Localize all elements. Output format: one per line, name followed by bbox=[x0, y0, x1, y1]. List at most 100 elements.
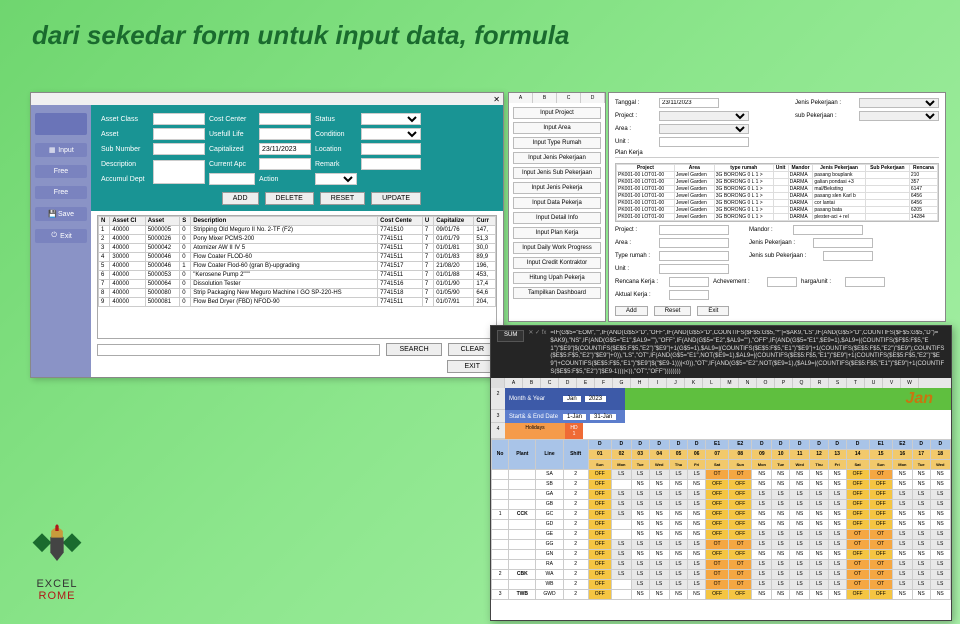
plan-row[interactable]: PK001-00 LOT01-00Jewel Garden3G BORONG 0… bbox=[617, 193, 938, 200]
rt-reset-button[interactable]: Reset bbox=[654, 306, 692, 316]
grid-row[interactable]: 34000050000420Atomizer AW II IV 57741511… bbox=[99, 244, 496, 253]
jenis-sub-input[interactable] bbox=[823, 251, 873, 261]
add-button[interactable]: ADD bbox=[222, 192, 259, 205]
sched-row[interactable]: GD2OFFNSNSNSNSOFFOFFNSNSNSNSNSOFFOFFNSNS… bbox=[492, 519, 951, 529]
achievement-input[interactable] bbox=[767, 277, 797, 287]
menu-button[interactable]: Input Area bbox=[513, 122, 601, 134]
menu-button[interactable]: Input Data Pekerja bbox=[513, 197, 601, 209]
jenis-pek2-input[interactable] bbox=[813, 238, 873, 248]
grid-row[interactable]: 74000050000640Dissolution Tester77415167… bbox=[99, 280, 496, 289]
year-value[interactable]: 2023 bbox=[585, 396, 606, 402]
month-value[interactable]: Jan bbox=[563, 396, 581, 402]
menu-button[interactable]: Input Daily Work Progress bbox=[513, 242, 601, 254]
tanggal-input[interactable] bbox=[659, 98, 719, 108]
menu-button[interactable]: Input Plan Kerja bbox=[513, 227, 601, 239]
sched-row[interactable]: GE2OFFNSNSNSNSOFFOFFLSLSLSLSLSOTOTLSLSLS bbox=[492, 529, 951, 539]
action-select[interactable] bbox=[315, 173, 357, 185]
grid-row[interactable]: 84000050000800Strip Packaging New Meguro… bbox=[99, 289, 496, 298]
plan-row[interactable]: PK001-00 LOT01-00Jewel Garden3G BORONG 0… bbox=[617, 172, 938, 179]
unit2-input[interactable] bbox=[659, 264, 729, 274]
sub-pekerjaan-select[interactable] bbox=[859, 111, 939, 121]
location-input[interactable] bbox=[361, 143, 421, 155]
sidebar-input-button[interactable]: ▦Input bbox=[35, 143, 87, 157]
asset-grid[interactable]: NAsset ClAssetSDescriptionCost CenteUCap… bbox=[97, 215, 497, 339]
jenis-pekerjaan-select[interactable] bbox=[859, 98, 939, 108]
sched-row[interactable]: GA2OFFLSLSLSLSLSOFFOFFLSLSLSLSLSOFFOFFLS… bbox=[492, 489, 951, 499]
grid-row[interactable]: 14000050000050Stripping Old Meguro II No… bbox=[99, 226, 496, 235]
type-rumah-input[interactable] bbox=[659, 251, 729, 261]
rt-exit-button[interactable]: Exit bbox=[697, 306, 729, 316]
project-select[interactable] bbox=[659, 111, 749, 121]
menu-button[interactable]: Input Jenis Pekerja bbox=[513, 182, 601, 194]
sched-row[interactable]: SA2OFFLSLSLSLSLSOTOTNSNSNSNSNSOFFOTNSNSN… bbox=[492, 469, 951, 479]
menu-button[interactable]: Input Jenis Sub Pekerjaan bbox=[513, 167, 601, 179]
rt-add-button[interactable]: Add bbox=[615, 306, 648, 316]
sidebar-free2-button[interactable]: Free bbox=[35, 186, 87, 199]
aktual-input[interactable] bbox=[669, 290, 709, 300]
plan-row[interactable]: PK001-00 LOT01-00Jewel Garden3G BORONG 0… bbox=[617, 214, 938, 221]
sched-row[interactable]: RA2OFFLSLSLSLSLSOTOTLSLSLSLSLSOTOTLSLSLS bbox=[492, 559, 951, 569]
menu-button[interactable]: Input Type Rumah bbox=[513, 137, 601, 149]
plan-kerja-grid[interactable]: ProjectAreatype rumahUnitMandorJenis Pek… bbox=[615, 163, 939, 222]
sidebar-free1-button[interactable]: Free bbox=[35, 165, 87, 178]
asset-input[interactable] bbox=[153, 128, 205, 140]
menu-button[interactable]: Tampilkan Dashboard bbox=[513, 287, 601, 299]
current-apc-input[interactable] bbox=[259, 158, 311, 170]
cell-reference[interactable]: SUM bbox=[497, 330, 524, 342]
sched-row[interactable]: SB2OFFNSNSNSNSOFFOFFNSNSNSNSNSOFFOFFNSNS… bbox=[492, 479, 951, 489]
menu-button[interactable]: Hitung Upah Pekerja bbox=[513, 272, 601, 284]
exit-icon: ⏻ bbox=[50, 232, 58, 240]
mandor-input[interactable] bbox=[793, 225, 863, 235]
formula-bar[interactable]: =IF(G$5="EOM","",IF(AND(G$5>"D","OFF",IF… bbox=[550, 330, 945, 374]
sched-row[interactable]: WB2OFFLSLSLSLSOTOTLSLSLSLSLSOTOTLSLSLS bbox=[492, 579, 951, 589]
menu-button[interactable]: Input Jenis Pekerjaan bbox=[513, 152, 601, 164]
grid-row[interactable]: 24000050000260Pony Mixer PCMS-2007741511… bbox=[99, 235, 496, 244]
search-input[interactable] bbox=[97, 344, 380, 356]
useful-life-input[interactable] bbox=[259, 128, 311, 140]
menu-button[interactable]: Input Credit Kontraktor bbox=[513, 257, 601, 269]
grid-row[interactable]: 64000050000530"Kerosene Pump 2"""7741511… bbox=[99, 271, 496, 280]
current-apc-label: Current Apc bbox=[209, 161, 255, 168]
sched-row[interactable]: 3TWBGWD2OFFNSNSNSNSOFFOFFNSNSNSNSNSOFFOF… bbox=[492, 589, 951, 599]
accumul-dept-input[interactable] bbox=[209, 173, 255, 185]
close-icon[interactable]: ✕ bbox=[493, 95, 500, 104]
status-select[interactable] bbox=[361, 113, 421, 125]
project2-input[interactable] bbox=[659, 225, 729, 235]
asset-class-input[interactable] bbox=[153, 113, 205, 125]
schedule-table[interactable]: NoPlantLineShiftDDDDDDE1E2DDDDDDE1E2DD 0… bbox=[491, 439, 951, 600]
plan-row[interactable]: PK001-00 LOT01-00Jewel Garden3G BORONG 0… bbox=[617, 207, 938, 214]
plan-row[interactable]: PK001-00 LOT01-00Jewel Garden3G BORONG 0… bbox=[617, 186, 938, 193]
sched-row[interactable]: GG2OFFLSLSLSLSLSOTOTLSLSLSLSLSOTOTLSLSLS bbox=[492, 539, 951, 549]
sched-row[interactable]: 1CCKGC2OFFLSNSNSNSNSOFFOFFNSNSNSNSNSOFFO… bbox=[492, 509, 951, 519]
excel-col-header: I bbox=[649, 378, 667, 388]
search-button[interactable]: SEARCH bbox=[386, 343, 441, 356]
cost-center-input[interactable] bbox=[259, 113, 311, 125]
menu-button[interactable]: Input Detail Info bbox=[513, 212, 601, 224]
plan-row[interactable]: PK001-00 LOT01-00Jewel Garden3G BORONG 0… bbox=[617, 200, 938, 207]
form-sidebar: ▦Input Free Free 💾Save ⏻Exit bbox=[31, 105, 91, 377]
delete-button[interactable]: DELETE bbox=[265, 192, 314, 205]
capitalized-input[interactable] bbox=[259, 143, 311, 155]
harga-input[interactable] bbox=[845, 277, 885, 287]
area-select[interactable] bbox=[659, 124, 749, 134]
grid-row[interactable]: 94000050000810Flow Bed Dryer (FBD) NFOD-… bbox=[99, 298, 496, 307]
rencana-input[interactable] bbox=[669, 277, 709, 287]
sidebar-save-button[interactable]: 💾Save bbox=[35, 207, 87, 221]
sched-row[interactable]: 2CBKWA2OFFLSLSLSLSLSOTOTLSLSLSLSLSOTOTLS… bbox=[492, 569, 951, 579]
grid-row[interactable]: 43000050000460Flow Coater FLOD-607741511… bbox=[99, 253, 496, 262]
update-button[interactable]: UPDATE bbox=[371, 192, 421, 205]
remark-input[interactable] bbox=[361, 158, 421, 170]
sidebar-exit-button[interactable]: ⏻Exit bbox=[35, 229, 87, 243]
menu-button[interactable]: Input Project bbox=[513, 107, 601, 119]
sub-number-input[interactable] bbox=[153, 143, 205, 155]
condition-select[interactable] bbox=[361, 128, 421, 140]
reset-button[interactable]: RESET bbox=[320, 192, 365, 205]
sched-row[interactable]: GB2OFFLSLSLSLSLSOFFOFFLSLSLSLSLSOFFOFFLS… bbox=[492, 499, 951, 509]
unit-input[interactable] bbox=[659, 137, 749, 147]
aktual-label: Aktual Kerja : bbox=[615, 292, 665, 298]
description-input[interactable] bbox=[153, 160, 205, 184]
grid-row[interactable]: 54000050000461Flow Coater Flod-60 (gran … bbox=[99, 262, 496, 271]
area2-input[interactable] bbox=[659, 238, 729, 248]
sched-row[interactable]: GN2OFFLSNSNSNSNSOFFOFFNSNSNSNSNSOFFOFFNS… bbox=[492, 549, 951, 559]
plan-row[interactable]: PK001-00 LOT01-00Jewel Garden3G BORONG 0… bbox=[617, 179, 938, 186]
